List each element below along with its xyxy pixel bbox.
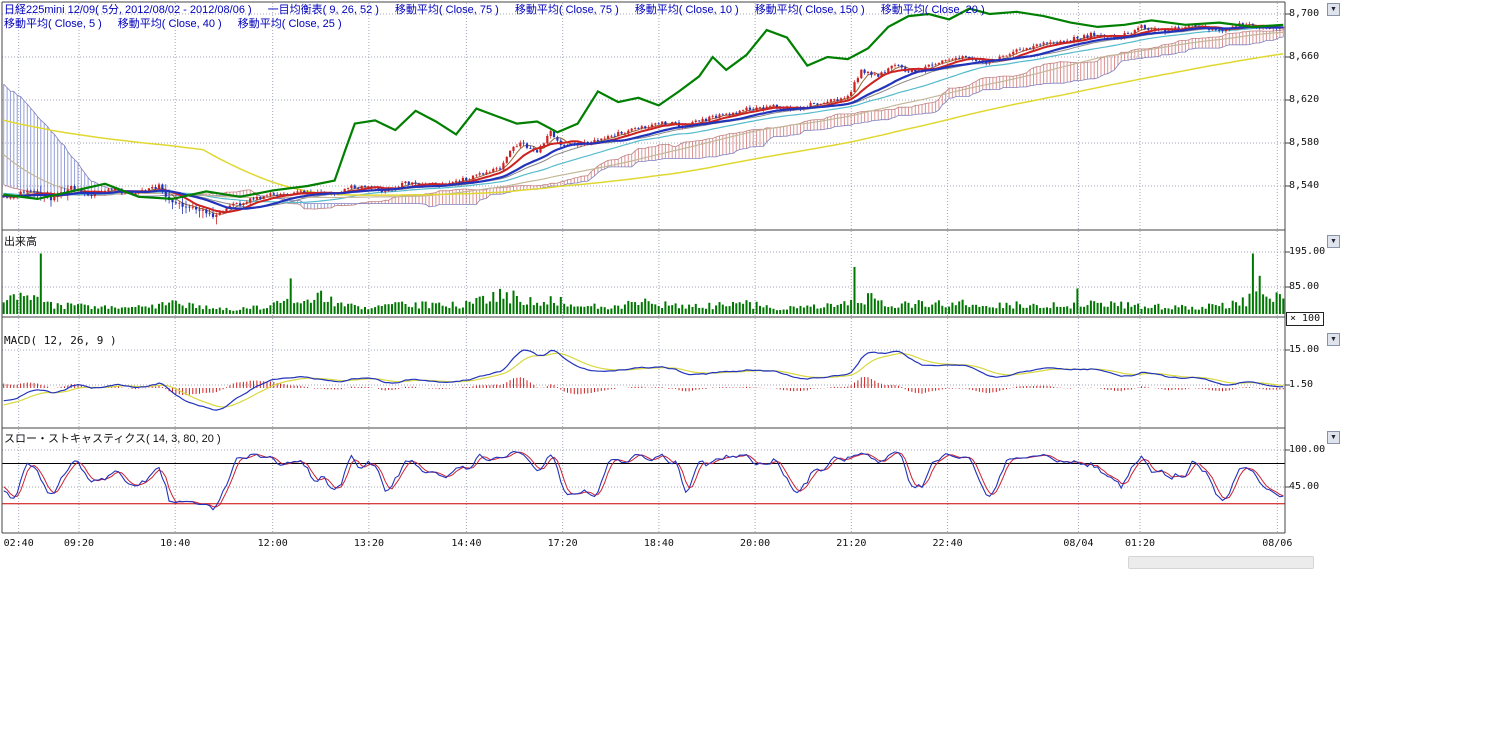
macd-axis-label: 1.50 xyxy=(1289,379,1313,390)
chevron-down-icon: ▼ xyxy=(1330,336,1337,343)
chevron-down-icon: ▼ xyxy=(1330,6,1337,13)
time-label: 10:40 xyxy=(160,538,190,549)
price-axis-label: 8,580 xyxy=(1289,137,1319,148)
time-label: 17:20 xyxy=(548,538,578,549)
time-axis: 02:40 09:20 10:40 12:00 13:20 14:40 17:20 18:40… xyxy=(0,538,1340,552)
chevron-down-icon: ▼ xyxy=(1330,238,1337,245)
price-axis-label: 8,620 xyxy=(1289,94,1319,105)
indicator-label-ma75: 移動平均( Close, 75 ) xyxy=(395,4,499,16)
indicator-label-ma75b: 移動平均( Close, 75 ) xyxy=(515,4,619,16)
chart-canvas[interactable] xyxy=(0,0,1508,732)
time-label: 13:20 xyxy=(354,538,384,549)
stoch-scale-dropdown-button[interactable]: ▼ xyxy=(1327,431,1340,444)
chart-application: 日経225mini 12/09( 5分, 2012/08/02 - 2012/0… xyxy=(0,0,1508,732)
stoch-axis-label: 45.00 xyxy=(1289,481,1319,492)
indicator-label-ma5: 移動平均( Close, 5 ) xyxy=(4,18,102,30)
indicator-label-ma40: 移動平均( Close, 40 ) xyxy=(118,18,222,30)
time-label: 08/06 xyxy=(1262,538,1292,549)
time-label: 22:40 xyxy=(933,538,963,549)
volume-scale-dropdown-button[interactable]: ▼ xyxy=(1327,235,1340,248)
time-label: 12:00 xyxy=(258,538,288,549)
time-label: 20:00 xyxy=(740,538,770,549)
horizontal-scrollbar[interactable] xyxy=(1128,556,1314,569)
volume-multiplier-badge: × 100 xyxy=(1286,312,1324,326)
time-label: 18:40 xyxy=(644,538,674,549)
time-label: 14:40 xyxy=(451,538,481,549)
price-axis-label: 8,660 xyxy=(1289,51,1319,62)
price-axis-label: 8,700 xyxy=(1289,8,1319,19)
indicator-label-ma25: 移動平均( Close, 25 ) xyxy=(238,18,342,30)
indicator-label-ma10: 移動平均( Close, 10 ) xyxy=(635,4,739,16)
time-label: 01:20 xyxy=(1125,538,1155,549)
indicator-label-ma20: 移動平均( Close, 20 ) xyxy=(881,4,985,16)
volume-axis-label: 195.00 xyxy=(1289,246,1325,257)
chevron-down-icon: ▼ xyxy=(1330,434,1337,441)
time-label: 21:20 xyxy=(836,538,866,549)
price-scale-dropdown-button[interactable]: ▼ xyxy=(1327,3,1340,16)
volume-panel-label: 出来高 xyxy=(4,233,37,249)
volume-axis-label: 85.00 xyxy=(1289,281,1319,292)
price-axis-label: 8,540 xyxy=(1289,180,1319,191)
indicator-header-line2: 移動平均( Close, 5 ) 移動平均( Close, 40 ) 移動平均( C… xyxy=(4,15,358,31)
macd-axis-label: 15.00 xyxy=(1289,344,1319,355)
stoch-axis-label: 100.00 xyxy=(1289,444,1325,455)
time-label: 08/04 xyxy=(1063,538,1093,549)
indicator-label-ma150: 移動平均( Close, 150 ) xyxy=(755,4,865,16)
macd-scale-dropdown-button[interactable]: ▼ xyxy=(1327,333,1340,346)
macd-panel-label: MACD( 12, 26, 9 ) xyxy=(4,334,117,347)
time-label: 02:40 xyxy=(4,538,34,549)
stochastics-panel-label: スロー・ストキャスティクス( 14, 3, 80, 20 ) xyxy=(4,430,221,446)
time-label: 09:20 xyxy=(64,538,94,549)
